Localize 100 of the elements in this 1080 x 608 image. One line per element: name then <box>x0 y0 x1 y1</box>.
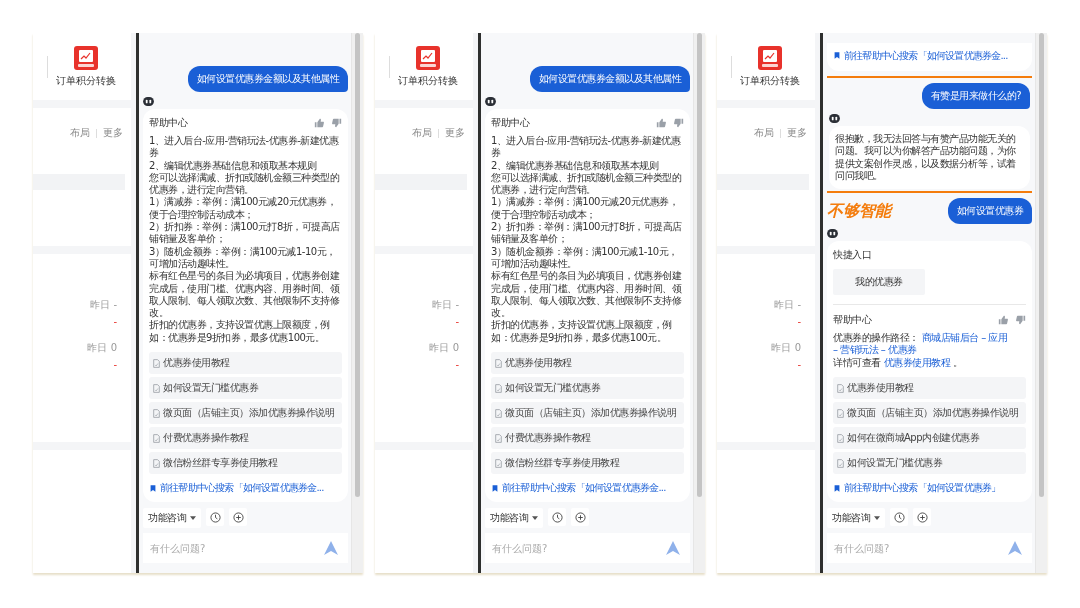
history-clock-icon[interactable] <box>548 508 566 526</box>
help-search-link[interactable]: 前往帮助中心搜索「如何设置优惠券」 <box>833 481 1026 495</box>
stat-value: - <box>455 316 459 327</box>
mode-dropdown[interactable]: 功能咨询 <box>485 508 543 528</box>
layout-link[interactable]: 布局 <box>412 126 432 140</box>
message-text: 3）随机金额券：举例：满100元减1-10元，可增加活动趣味性。 <box>149 245 337 271</box>
message-text: 折扣的优惠券，支持设置优惠上限额度，例如：优惠券是9折扣券，最多优惠100元。 <box>149 319 331 344</box>
document-icon <box>837 408 844 418</box>
mode-dropdown[interactable]: 功能咨询 <box>827 508 885 528</box>
send-icon[interactable] <box>1008 541 1022 555</box>
help-search-link[interactable]: 前往帮助中心搜索「如何设置优惠券金... <box>491 481 684 495</box>
thumbs-up-icon[interactable] <box>314 117 324 128</box>
send-icon[interactable] <box>324 541 338 555</box>
message-text: 2、编辑优惠券基础信息和领取基本规则 <box>149 159 318 172</box>
message-text: 3）随机金额券：举例：满100元减1-10元，可增加活动趣味性。 <box>491 245 679 271</box>
question-input-field[interactable]: 有什么问题? <box>485 533 690 563</box>
help-search-link[interactable]: 前往帮助中心搜索「如何设置优惠券金... <box>149 481 342 495</box>
layout-link[interactable]: 布局 <box>754 126 774 140</box>
message-text: 1）满减券：举例：满100元减20元优惠券，便于合理控制活动成本； <box>149 196 338 221</box>
path-link[interactable]: 商城店铺后台 – 应用 <box>921 332 1008 345</box>
scrollbar[interactable] <box>697 33 702 498</box>
message-text: 您可以选择满减、折扣或随机金额三种类型的优惠券，进行定向营销。 <box>491 171 682 196</box>
layout-link[interactable]: 布局 <box>70 126 90 140</box>
section-title: 帮助中心 <box>833 313 871 328</box>
bookmark-icon <box>833 51 841 61</box>
logo-icon <box>416 45 440 70</box>
message-text: 标有红色星号的条目为必填项目，优惠券创建完成后，使用门槛、优惠内容、用券时间、领取人限制、每人领取次数、其他限制不支持修改。 <box>149 270 341 319</box>
bookmark-icon <box>491 483 499 493</box>
caret-icon <box>532 516 538 520</box>
section-title: 快捷入口 <box>833 248 872 263</box>
scrollbar[interactable] <box>1039 33 1044 498</box>
more-link[interactable]: 更多 <box>787 126 807 140</box>
stat-value: - <box>113 316 117 327</box>
stat-label: 昨日 - <box>90 298 117 312</box>
scrollbar[interactable] <box>355 33 360 498</box>
new-chat-plus-icon[interactable] <box>913 508 931 526</box>
message-text: 您可以选择满减、折扣或随机金额三种类型的优惠券，进行定向营销。 <box>149 171 340 196</box>
bookmark-icon <box>833 483 841 493</box>
shortcut-button[interactable]: 我的优惠券 <box>833 269 925 296</box>
document-icon <box>495 458 502 468</box>
stat-value: - <box>455 359 459 370</box>
more-link[interactable]: 更多 <box>445 126 465 140</box>
thumbs-down-icon[interactable] <box>674 117 684 128</box>
document-icon <box>153 433 160 443</box>
stat-label: 昨日 0 <box>87 341 117 355</box>
send-icon[interactable] <box>666 541 680 555</box>
history-clock-icon[interactable] <box>206 508 224 526</box>
document-icon <box>153 408 160 418</box>
message-text: 详情可查看 <box>833 356 881 369</box>
document-icon <box>153 383 160 393</box>
thumbs-up-icon[interactable] <box>656 117 666 128</box>
stat-label: 昨日 - <box>774 298 801 312</box>
stat-value: - <box>797 316 801 327</box>
more-link[interactable]: 更多 <box>103 126 123 140</box>
message-text: 标有红色星号的条目为必填项目，优惠券创建完成后，使用门槛、优惠内容、用券时间、领取人限制、每人领取次数、其他限制不支持修改。 <box>491 270 683 319</box>
message-text: 2、编辑优惠券基础信息和领取基本规则 <box>491 159 660 172</box>
section-title: 帮助中心 <box>491 115 529 130</box>
mode-dropdown[interactable]: 功能咨询 <box>143 508 201 528</box>
logo-icon <box>758 45 782 70</box>
document-icon <box>495 358 502 368</box>
message-text: 2）折扣券：举例：满100元打8折，可提高店铺销量及客单价； <box>491 221 683 246</box>
document-icon <box>837 383 844 393</box>
app-name[interactable]: 订单积分转换 <box>740 73 800 88</box>
robot-avatar-icon <box>827 229 838 239</box>
app-name[interactable]: 订单积分转换 <box>56 73 116 88</box>
message-text: 。 <box>953 356 963 369</box>
caret-icon <box>190 516 196 520</box>
thumbs-down-icon[interactable] <box>332 117 342 128</box>
robot-avatar-icon <box>143 96 154 106</box>
new-chat-plus-icon[interactable] <box>229 508 247 526</box>
history-clock-icon[interactable] <box>890 508 908 526</box>
document-icon <box>837 433 844 443</box>
question-input-field[interactable]: 有什么问题? <box>827 533 1032 563</box>
help-search-link[interactable]: 前往帮助中心搜索「如何设置优惠券金... <box>833 48 1026 63</box>
path-link[interactable]: – 营销玩法 – 优惠券 <box>833 344 917 357</box>
message-text: 1、进入后台-应用-营销玩法-优惠券-新建优惠券 <box>149 134 340 160</box>
logo-icon <box>74 45 98 70</box>
thumbs-down-icon[interactable] <box>1016 315 1026 326</box>
bookmark-icon <box>149 483 157 493</box>
section-title: 帮助中心 <box>149 115 187 130</box>
thumbs-up-icon[interactable] <box>998 315 1008 326</box>
annotation-text: 不够智能 <box>827 200 891 222</box>
new-chat-plus-icon[interactable] <box>571 508 589 526</box>
robot-avatar-icon <box>485 96 496 106</box>
message-text: 很抱歉，我无法回答与有赞产品功能无关的问题。我可以为你解答产品功能问题，为你提供文案创作灵感，以及数据分析等，试着问问我吧。 <box>835 132 1017 183</box>
stat-label: 昨日 0 <box>771 341 801 355</box>
message-text: 2）折扣券：举例：满100元打8折，可提高店铺销量及客单价； <box>149 221 341 246</box>
stat-label: 昨日 0 <box>429 341 459 355</box>
app-name[interactable]: 订单积分转换 <box>398 73 458 88</box>
robot-avatar-icon <box>829 113 840 123</box>
document-icon <box>837 458 844 468</box>
stat-label: 昨日 - <box>432 298 459 312</box>
path-link[interactable]: 优惠券使用教程 <box>883 356 950 369</box>
document-icon <box>153 358 160 368</box>
user-message: 有赞是用来做什么的? <box>921 82 1030 109</box>
stat-value: - <box>113 359 117 370</box>
message-text: 1、进入后台-应用-营销玩法-优惠券-新建优惠券 <box>491 134 682 160</box>
message-text: 折扣的优惠券，支持设置优惠上限额度，例如：优惠券是9折扣券，最多优惠100元。 <box>491 319 673 344</box>
question-input-field[interactable]: 有什么问题? <box>143 533 348 563</box>
user-message: 如何设置优惠券金额以及其他属性 <box>529 65 690 92</box>
